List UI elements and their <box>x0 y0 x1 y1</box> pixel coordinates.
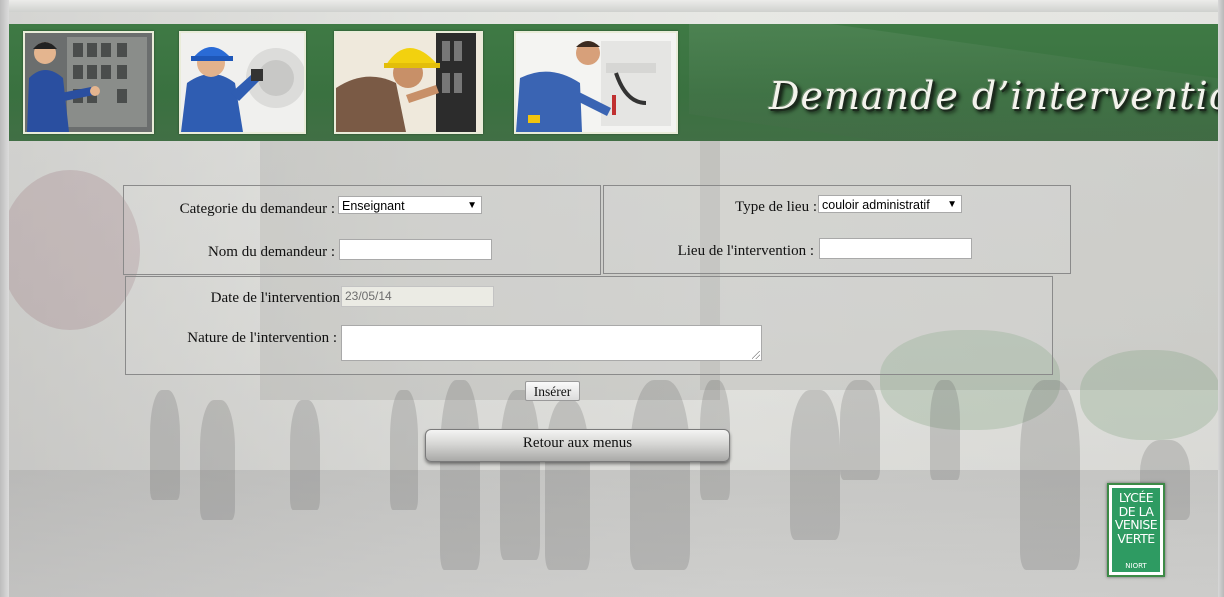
date-input[interactable]: 23/05/14 <box>341 286 494 307</box>
window-frame-left <box>0 0 9 597</box>
school-logo: LYCÉE DE LA VENISE VERTE NIORT <box>1107 483 1165 577</box>
back-to-menus-button[interactable]: Retour aux menus <box>425 429 730 462</box>
categorie-select-value: Enseignant <box>342 199 405 213</box>
requester-fieldset: Categorie du demandeur : Enseignant ▼ No… <box>123 185 601 275</box>
window-frame-top <box>0 0 1224 12</box>
intervention-fieldset: Date de l'intervention 23/05/14 Nature d… <box>125 276 1053 375</box>
type-lieu-select[interactable]: couloir administratif ▼ <box>818 195 962 213</box>
plumber-photo <box>514 31 678 134</box>
technician-blue-helmet-photo <box>179 31 306 134</box>
logo-line-3: VENISE <box>1114 517 1158 532</box>
logo-line-2: DE LA <box>1118 503 1154 519</box>
location-fieldset: Type de lieu : couloir administratif ▼ L… <box>603 185 1071 274</box>
page-title: Demande d’intervention <box>769 74 1218 118</box>
resize-grip-icon[interactable] <box>752 351 760 359</box>
lieu-input[interactable] <box>819 238 972 259</box>
chevron-down-icon: ▼ <box>947 199 957 210</box>
electrician-panel-photo <box>23 31 154 134</box>
date-label: Date de l'intervention <box>210 290 340 306</box>
chevron-down-icon: ▼ <box>467 200 477 211</box>
type-lieu-select-value: couloir administratif <box>822 198 930 212</box>
nature-label: Nature de l'intervention : <box>187 330 337 346</box>
type-lieu-label: Type de lieu : <box>735 199 817 215</box>
window-frame-right <box>1218 0 1224 597</box>
categorie-label: Categorie du demandeur : <box>179 201 335 217</box>
categorie-select[interactable]: Enseignant ▼ <box>338 196 482 214</box>
header-banner: Demande d’intervention <box>9 24 1218 141</box>
nom-input[interactable] <box>339 239 492 260</box>
nature-textarea[interactable] <box>341 325 762 361</box>
lieu-label: Lieu de l'intervention : <box>677 243 814 259</box>
logo-city: NIORT <box>1125 562 1147 570</box>
electrician-yellow-helmet-photo <box>334 31 483 134</box>
nom-label: Nom du demandeur : <box>207 244 335 260</box>
insert-button[interactable]: Insérer <box>525 381 580 401</box>
logo-line-1: LYCÉE <box>1118 490 1154 505</box>
logo-line-4: VERTE <box>1117 530 1155 546</box>
